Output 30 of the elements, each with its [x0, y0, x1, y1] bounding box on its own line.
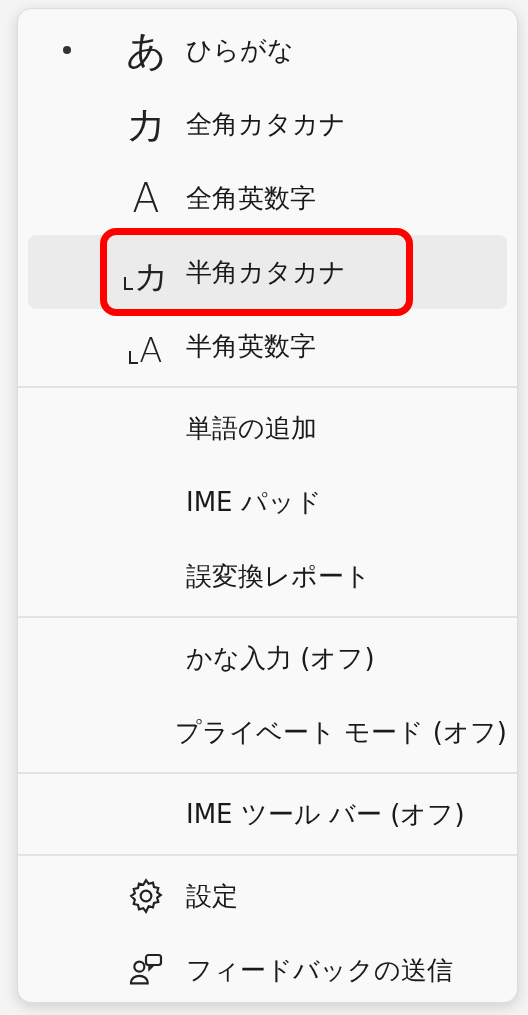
menu-item[interactable]: フィードバックの送信 [28, 933, 507, 1007]
input-mode-icon: カ [125, 104, 167, 144]
menu-item-label: 半角英数字 [186, 329, 316, 363]
menu-item-label: かな入力 (オフ) [186, 641, 375, 675]
selected-bullet-icon [63, 46, 71, 54]
input-mode-icon: あ [125, 30, 167, 70]
menu-item[interactable]: 誤変換レポート [28, 539, 507, 613]
menu-item-label: プライベート モード (オフ) [175, 715, 507, 749]
menu-item-label: 半角カタカナ [186, 255, 346, 289]
menu-item[interactable]: A 半角英数字 [28, 309, 507, 383]
menu-item[interactable]: かな入力 (オフ) [28, 621, 507, 695]
menu-item-label: IME パッド [186, 485, 322, 519]
input-mode-icon: A [132, 178, 160, 218]
menu-item-label: ひらがな [186, 33, 294, 67]
menu-item-label: 全角カタカナ [186, 107, 346, 141]
menu-item-label: 誤変換レポート [186, 559, 371, 593]
menu-item[interactable]: カ 半角カタカナ [28, 235, 507, 309]
menu-item[interactable]: IME パッド [28, 465, 507, 539]
menu-item[interactable]: A 全角英数字 [28, 161, 507, 235]
menu-item[interactable]: IME ツール バー (オフ) [28, 777, 507, 851]
menu-item[interactable]: 設定 [28, 859, 507, 933]
menu-item[interactable]: 単語の追加 [28, 391, 507, 465]
menu-item-label: フィードバックの送信 [186, 953, 453, 987]
menu-item-label: IME ツール バー (オフ) [186, 797, 465, 831]
menu-item[interactable]: カ 全角カタカナ [28, 87, 507, 161]
menu-item[interactable]: プライベート モード (オフ) [28, 695, 507, 769]
menu-item-label: 全角英数字 [186, 181, 316, 215]
menu-item[interactable]: あ ひらがな [28, 13, 507, 87]
menu-item-label: 単語の追加 [186, 411, 317, 445]
menu-item-label: 設定 [186, 879, 238, 913]
